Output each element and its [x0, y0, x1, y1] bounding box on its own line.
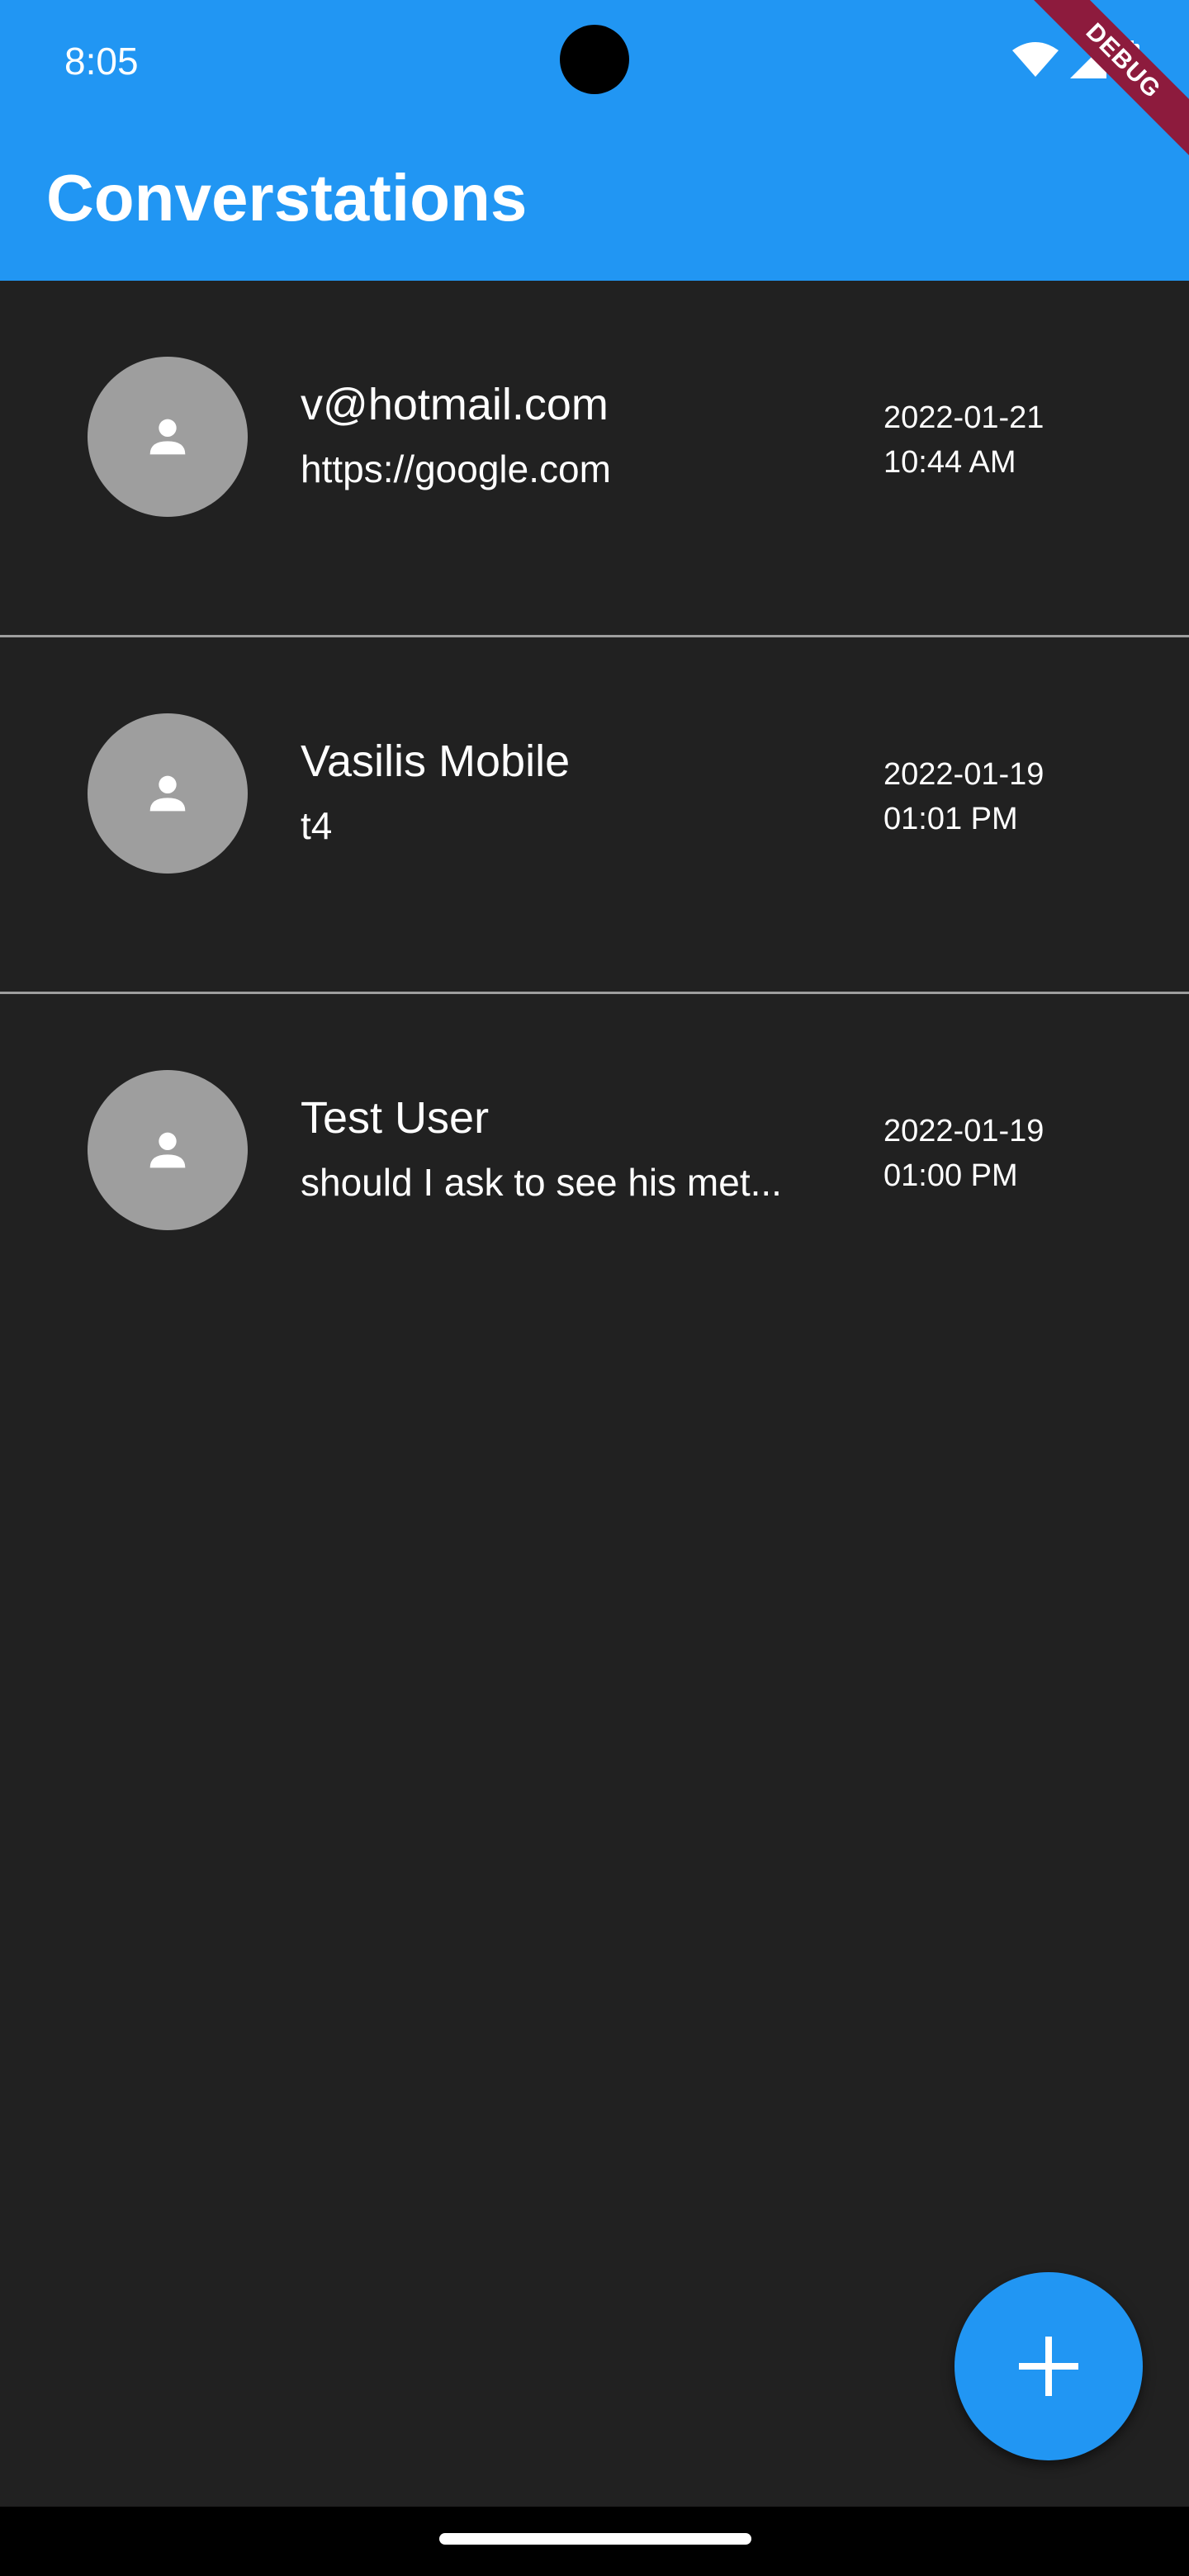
conversation-time: 10:44 AM [883, 445, 1016, 480]
conversation-name: Vasilis Mobile [301, 736, 571, 786]
debug-banner: DEBUG [1021, 0, 1189, 163]
home-gesture-handle[interactable] [439, 2533, 751, 2545]
conversation-list: v@hotmail.com https://google.com 2022-01… [0, 281, 1189, 1351]
conversation-date: 2022-01-19 [883, 757, 1045, 792]
conversation-time: 01:00 PM [883, 1158, 1018, 1193]
camera-cutout [560, 25, 629, 94]
conversation-preview: t4 [301, 804, 333, 847]
person-icon [149, 1132, 186, 1168]
avatar [88, 357, 248, 517]
conversation-item[interactable]: Test User should I ask to see his met...… [0, 994, 1189, 1351]
conversation-time: 01:01 PM [883, 802, 1018, 836]
conversation-date: 2022-01-19 [883, 1114, 1045, 1148]
conversation-preview: https://google.com [301, 447, 611, 490]
conversation-item[interactable]: Vasilis Mobile t4 2022-01-19 01:01 PM [0, 637, 1189, 994]
conversation-name: v@hotmail.com [301, 380, 609, 429]
conversation-preview: should I ask to see his met... [301, 1161, 782, 1204]
conversations-screen: 8:05 DEBUG Converstations v@hotmail.com … [0, 0, 1189, 2576]
avatar [88, 713, 248, 874]
conversation-item[interactable]: v@hotmail.com https://google.com 2022-01… [0, 281, 1189, 637]
conversation-date: 2022-01-21 [883, 400, 1045, 435]
conversation-name: Test User [301, 1093, 490, 1143]
avatar [88, 1070, 248, 1230]
new-conversation-button[interactable] [955, 2272, 1143, 2460]
status-time: 8:05 [64, 40, 139, 83]
person-icon [149, 419, 186, 455]
plus-icon [1019, 2337, 1078, 2396]
system-nav-bar [0, 2507, 1189, 2576]
page-title: Converstations [46, 161, 528, 234]
person-icon [149, 775, 186, 812]
wifi-icon [1012, 42, 1059, 77]
app-bar: 8:05 DEBUG Converstations [0, 0, 1189, 281]
